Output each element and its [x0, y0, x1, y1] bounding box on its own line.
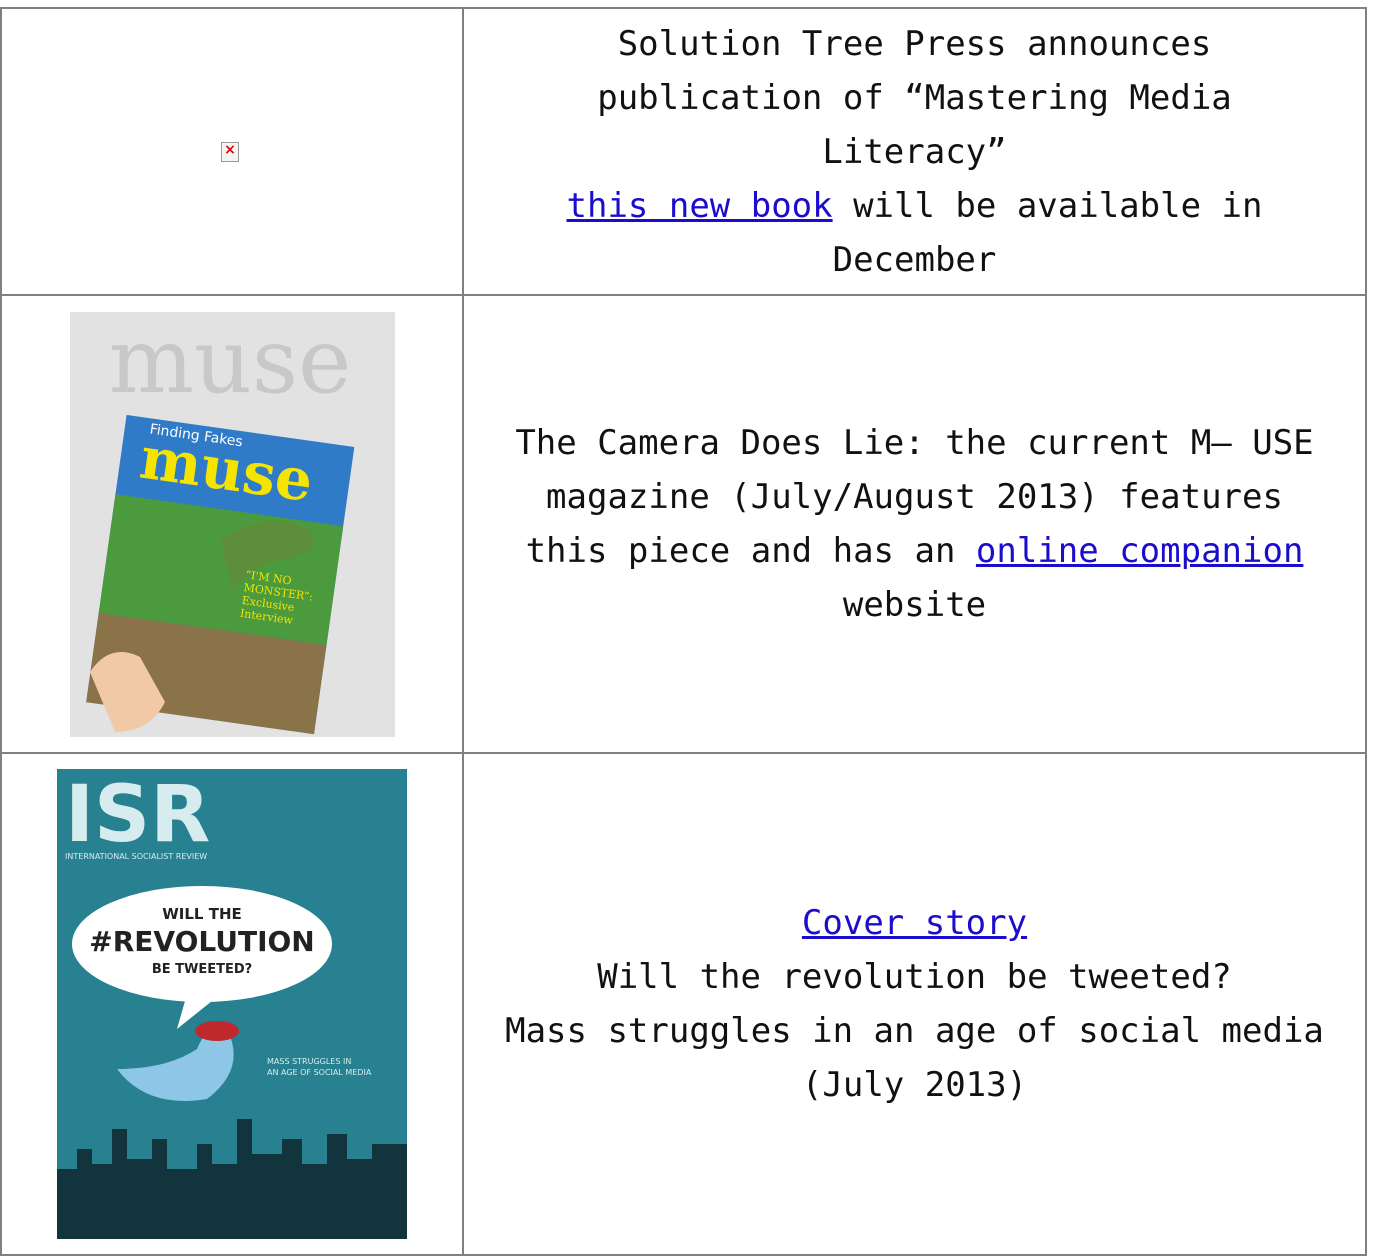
- announcement-line: publication of “Mastering Media: [597, 77, 1232, 118]
- announcement-line: Literacy”: [822, 131, 1007, 172]
- cover-story-link[interactable]: Cover story: [802, 903, 1027, 943]
- image-cell: ISR INTERNATIONAL SOCIALIST REVIEW WILL …: [0, 752, 464, 1256]
- table-row: × Solution Tree Press announces publicat…: [0, 7, 1367, 296]
- description-line: Will the revolution be tweeted?: [597, 957, 1232, 997]
- table-row: ISR INTERNATIONAL SOCIALIST REVIEW WILL …: [0, 752, 1367, 1256]
- muse-cover-image[interactable]: muse Finding Fakes muse “I'M NO MONSTER”…: [69, 311, 395, 737]
- image-cell: muse Finding Fakes muse “I'M NO MONSTER”…: [0, 294, 464, 754]
- text-cell: Solution Tree Press announces publicatio…: [462, 7, 1367, 296]
- description-line: this piece and has an: [525, 531, 976, 571]
- isr-cover-subtitle: INTERNATIONAL SOCIALIST REVIEW: [65, 852, 207, 861]
- announcement-line: December: [832, 239, 997, 280]
- image-cell: ×: [0, 7, 464, 296]
- isr-bubble-text: #REVOLUTION: [89, 925, 314, 958]
- description-line: (July 2013): [801, 1065, 1028, 1105]
- isr-bubble-text: WILL THE: [162, 905, 242, 923]
- description-line: website: [842, 585, 987, 625]
- isr-bubble-text: BE TWEETED?: [152, 962, 252, 977]
- table-row: muse Finding Fakes muse “I'M NO MONSTER”…: [0, 294, 1367, 754]
- description-line: Mass struggles in an age of social media: [505, 1011, 1324, 1051]
- online-companion-link[interactable]: online companion: [976, 531, 1304, 571]
- text-cell: Cover story Will the revolution be tweet…: [462, 752, 1367, 1256]
- svg-text:muse: muse: [108, 312, 351, 414]
- content-table: × Solution Tree Press announces publicat…: [0, 7, 1367, 1256]
- announcement-line: Solution Tree Press announces: [617, 23, 1212, 64]
- beret-shape: [195, 1021, 239, 1041]
- announcement-line: will be available in: [832, 185, 1263, 226]
- text-cell: The Camera Does Lie: the current M— USE …: [462, 294, 1367, 754]
- isr-cover-image[interactable]: ISR INTERNATIONAL SOCIALIST REVIEW WILL …: [57, 769, 407, 1239]
- isr-side-text: AN AGE OF SOCIAL MEDIA: [267, 1068, 372, 1077]
- description-line: magazine (July/August 2013) features: [546, 477, 1283, 517]
- isr-cover-title: ISR: [65, 770, 210, 860]
- new-book-link[interactable]: this new book: [567, 186, 833, 226]
- broken-image-icon: ×: [221, 141, 239, 162]
- description-line: The Camera Does Lie: the current M— USE: [515, 423, 1314, 463]
- isr-side-text: MASS STRUGGLES IN: [267, 1057, 351, 1066]
